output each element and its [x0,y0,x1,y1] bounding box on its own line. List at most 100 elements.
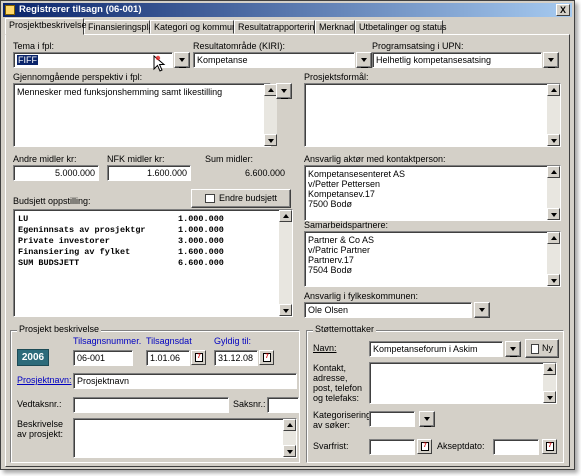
scroll-down-icon[interactable] [547,208,560,220]
nfk-midler-field[interactable]: 1.600.000 [107,165,191,181]
andre-midler-field[interactable]: 5.000.000 [13,165,99,181]
kategorisering-label: Kategorisering av søker: [313,410,372,430]
navn-label[interactable]: Navn: [313,343,337,353]
gyldig-til-field[interactable]: 31.12.08 [214,350,258,366]
tab-resultatrapportering[interactable]: Resultatrapportering [234,20,320,34]
samarbeid-scrollbar[interactable] [547,232,560,286]
tilsagnsdato-label: Tilsagnsdat [146,336,192,346]
perspektiv-label: Gjennomgående perspektiv i fpl: [13,72,143,82]
sum-midler-value: 6.600.000 [205,165,289,181]
svarfrist-calendar-icon[interactable]: 7 [417,439,432,454]
samarbeid-label: Samarbeidspartnere: [304,220,389,230]
svarfrist-field[interactable] [369,439,415,455]
title-bar[interactable]: Registrerer tilsagn (06-001) X [3,3,572,17]
fylkeskommunen-dropdown-button[interactable] [474,302,490,318]
samarbeid-line: Partner & Co AS [308,235,375,245]
scroll-down-icon[interactable] [543,391,556,403]
akseptdato-calendar-icon[interactable]: 7 [542,439,557,454]
resultat-field[interactable]: Kompetanse [193,52,355,68]
ansvarlig-aktor-line: Kompetansev.17 [308,189,375,199]
budsjett-row: Egeninnsats av prosjektgr 1.000.000 [18,225,224,235]
tilsagnsnummer-field[interactable]: 06-001 [73,350,133,366]
kategorisering-field[interactable] [369,411,415,427]
navn-dropdown-button[interactable] [505,341,521,357]
scroll-down-icon[interactable] [264,134,277,146]
tema-dropdown-button[interactable] [174,52,190,68]
samarbeid-textarea[interactable]: Partner & Co AS v/Patric Partner Partner… [304,231,561,287]
prosjekt-beskrivelse-title: Prosjekt beskrivelse [17,324,102,334]
gyldig-til-label: Gyldig til: [214,336,252,346]
scroll-up-icon[interactable] [547,166,560,178]
kontakt-scrollbar[interactable] [543,363,556,403]
tema-value: FIFF [17,55,38,65]
budsjett-row: Finansiering av fylket 1.600.000 [18,247,224,257]
vedtaksnr-field[interactable] [73,397,229,413]
navn-field[interactable]: Kompetanseforum i Askim [369,341,503,357]
tab-prosjektbeskrivelse[interactable]: Prosjektbeskrivelse [5,18,87,35]
saksnr-label: Saksnr.: [233,399,266,409]
budsjett-row: Private investorer 3.000.000 [18,236,224,246]
ny-button[interactable]: Ny [525,339,559,358]
stottemottaker-title: Støttemottaker [313,324,377,334]
scroll-down-icon[interactable] [279,304,292,316]
fylkeskommunen-field[interactable]: Ole Olsen [304,302,472,318]
kategorisering-dropdown-button[interactable] [419,411,435,427]
app-icon [5,5,15,15]
scroll-down-icon[interactable] [283,445,296,457]
register-window: Registrerer tilsagn (06-001) X Prosjektb… [0,0,575,470]
samarbeid-line: Partnerv.17 [308,255,354,265]
stottemottaker-group: Støttemottaker Navn: Kompetanseforum i A… [306,324,564,463]
tab-merknad[interactable]: Merknad [315,20,355,34]
akseptdato-field[interactable] [493,439,539,455]
beskrivelse-scrollbar[interactable] [283,419,296,457]
tab-utbetalinger-og-status[interactable]: Utbetalinger og status [355,20,447,34]
prosjektsformal-textarea[interactable] [304,83,561,147]
perspektiv-dropdown-button[interactable] [276,83,292,99]
scroll-down-icon[interactable] [547,274,560,286]
tilsagnsdato-field[interactable]: 1.01.06 [146,350,190,366]
budsjett-textarea[interactable]: LU 1.000.000 Egeninnsats av prosjektgr 1.0… [13,209,293,317]
endre-budsjett-button[interactable]: Endre budsjett [191,189,291,208]
ny-label: Ny [542,343,553,353]
scroll-down-icon[interactable] [547,134,560,146]
kontakt-label: Kontakt, adresse, post, telefon og telef… [313,363,363,403]
budsjett-scrollbar[interactable] [279,210,292,316]
budsjett-label: Budsjett oppstilling: [13,196,91,206]
saksnr-field[interactable] [267,397,299,413]
programsatsing-field[interactable]: Helhetlig kompetansesatsing [372,52,542,68]
ansvarlig-aktor-line: v/Petter Pettersen [308,179,381,189]
scroll-up-icon[interactable] [547,232,560,244]
andre-midler-label: Andre midler kr: [13,154,77,164]
kontakt-textarea[interactable] [369,362,557,404]
ansvarlig-aktor-line: 7500 Bodø [308,199,353,209]
nfk-midler-label: NFK midler kr: [107,154,165,164]
scroll-up-icon[interactable] [283,419,296,431]
scroll-up-icon[interactable] [279,210,292,222]
budsjett-row: LU 1.000.000 [18,214,224,224]
close-button[interactable]: X [556,4,570,16]
ansvarlig-aktor-scrollbar[interactable] [547,166,560,220]
scroll-up-icon[interactable] [547,84,560,96]
tilsagnsdato-calendar-icon[interactable]: 7 [191,350,206,365]
tab-kategori-og-kommune[interactable]: Kategori og kommune [150,20,242,34]
prosjektnavn-field[interactable]: Prosjektnavn [73,373,297,389]
prosjektsformal-scrollbar[interactable] [547,84,560,146]
ansvarlig-aktor-textarea[interactable]: Kompetansesenteret AS v/Petter Pettersen… [304,165,561,221]
programsatsing-dropdown-button[interactable] [543,52,559,68]
window-title: Registrerer tilsagn (06-001) [19,4,142,15]
ansvarlig-aktor-label: Ansvarlig aktør med kontaktperson: [304,154,446,164]
prosjektnavn-label[interactable]: Prosjektnavn: [17,375,72,385]
samarbeid-line: 7504 Bodø [308,265,353,275]
edit-budget-icon [204,194,215,204]
gyldig-til-calendar-icon[interactable]: 7 [259,350,274,365]
beskrivelse-textarea[interactable] [73,418,297,458]
resultat-dropdown-button[interactable] [356,52,372,68]
prosjektsformal-label: Prosjektsformål: [304,72,369,82]
scroll-up-icon[interactable] [543,363,556,375]
tab-finansieringsplan[interactable]: Finansieringsplan [84,20,159,34]
akseptdato-label: Akseptdato: [437,441,485,451]
tema-field[interactable]: FIFF [13,52,173,68]
perspektiv-textarea[interactable]: Mennesker med funksjonshemming samt like… [13,83,271,147]
tab-panel: Tema i fpl: FIFF Resultatområde (KIRI): … [5,34,570,467]
year-badge: 2006 [17,349,49,366]
